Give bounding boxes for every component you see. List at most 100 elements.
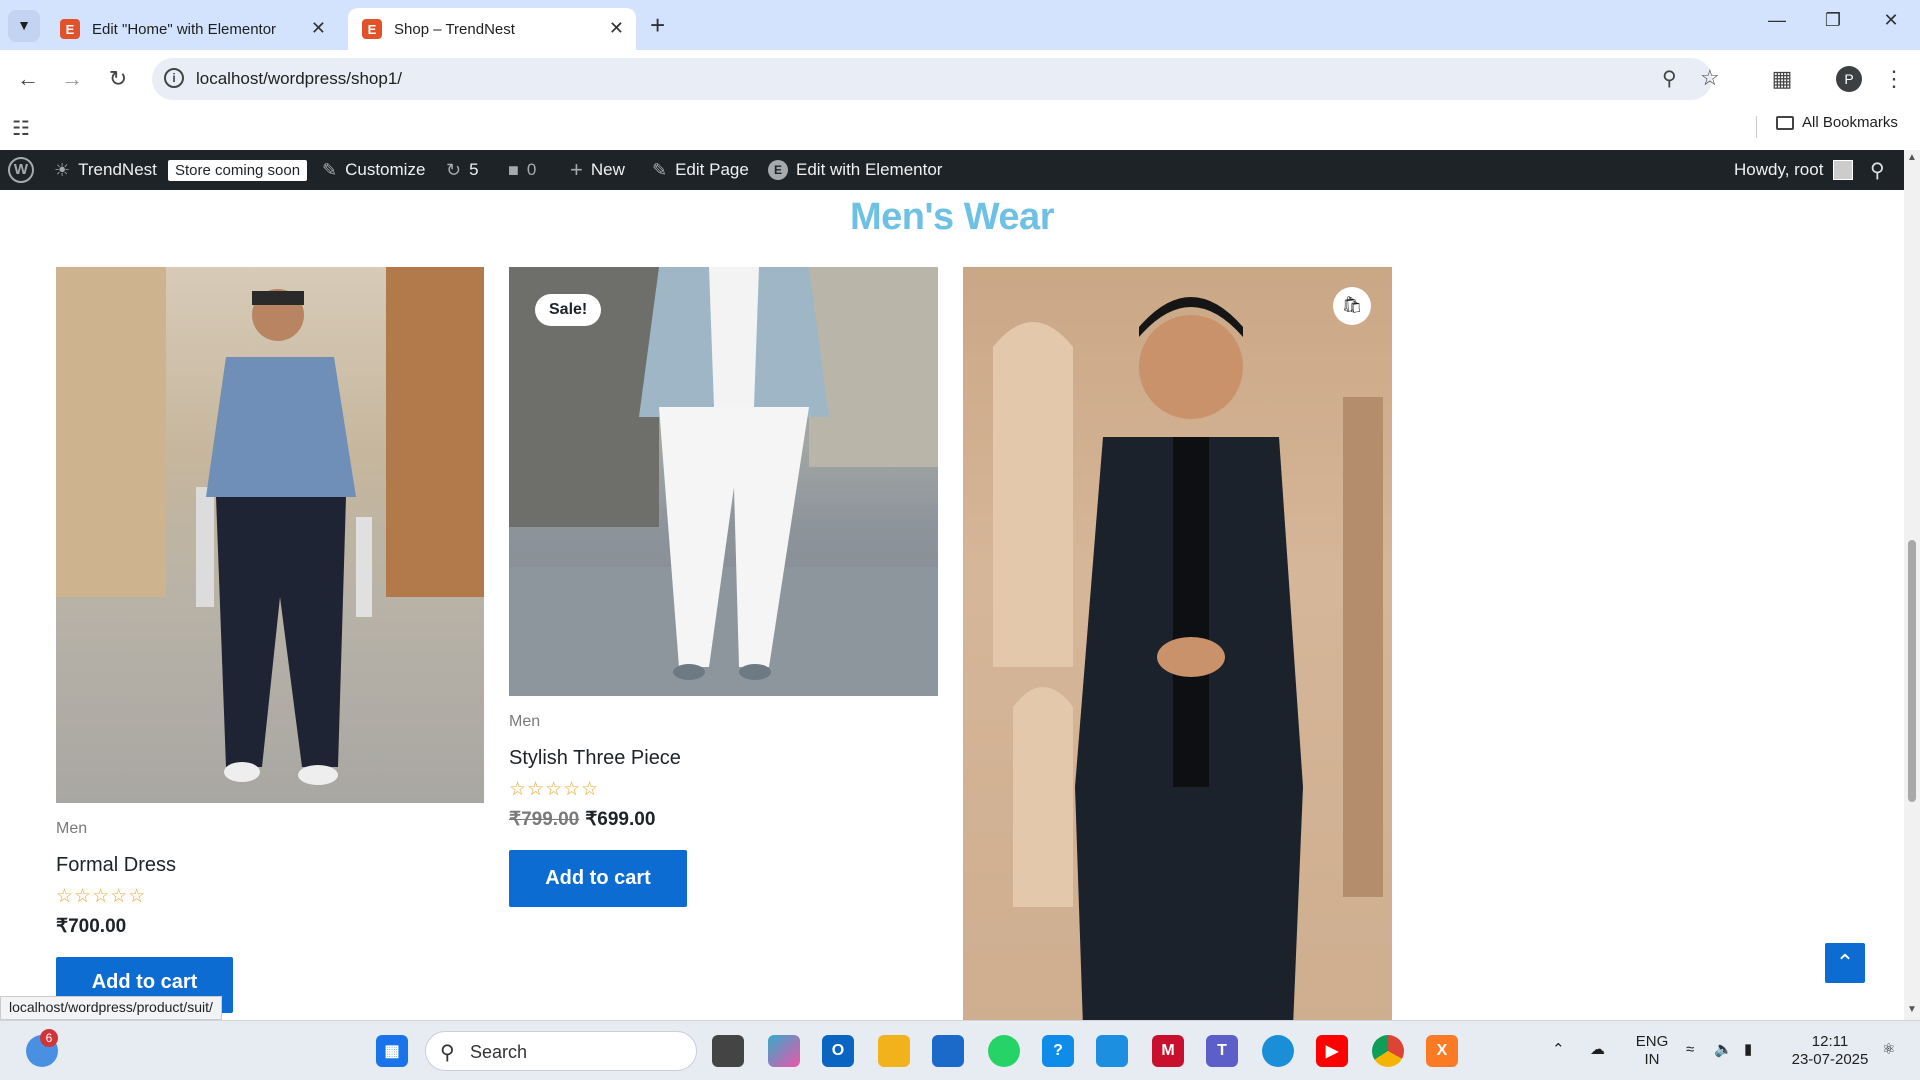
url-text: localhost/wordpress/shop1/: [196, 69, 403, 88]
product-title[interactable]: Stylish Three Piece: [509, 747, 681, 770]
dashboard-icon: ☀: [54, 159, 71, 180]
onedrive-icon[interactable]: ☁: [1590, 1041, 1605, 1059]
product-rating: ☆☆☆☆☆: [56, 886, 147, 907]
comment-icon: ■: [508, 159, 519, 180]
edge-icon[interactable]: [1262, 1035, 1294, 1067]
copilot-icon[interactable]: [768, 1035, 800, 1067]
man-in-sherwani-icon: [993, 297, 1383, 1020]
search-icon: ⚲: [440, 1042, 455, 1064]
customize-link[interactable]: ✎ Customize: [322, 150, 425, 190]
close-window-icon[interactable]: ✕: [1868, 10, 1914, 31]
product-title[interactable]: Formal Dress: [56, 854, 176, 877]
search-icon[interactable]: ⚲: [1870, 150, 1885, 190]
page-content: Men's Wear Men Formal Dress ☆☆☆☆☆ ₹700.0…: [0, 190, 1904, 1020]
youtube-icon[interactable]: ▶: [1316, 1035, 1348, 1067]
product-image-formal-dress[interactable]: [56, 267, 484, 803]
updates-link[interactable]: ↻ 5: [446, 150, 479, 190]
taskbar-search-box[interactable]: ⚲ Search: [425, 1031, 697, 1071]
bookmark-star-icon[interactable]: ☆: [1700, 65, 1720, 91]
wp-admin-bar: W ☀ TrendNest Store coming soon ✎ Custom…: [0, 150, 1920, 190]
task-view-icon[interactable]: [712, 1035, 744, 1067]
comments-link[interactable]: ■ 0: [508, 150, 536, 190]
clock[interactable]: 12:11 23-07-2025: [1780, 1033, 1880, 1069]
tab-title: Edit "Home" with Elementor: [92, 20, 277, 38]
new-tab-button[interactable]: +: [650, 10, 665, 41]
back-icon[interactable]: ←: [10, 62, 46, 98]
man-in-blue-shirt-icon: [56, 267, 484, 785]
xampp-icon[interactable]: X: [1426, 1035, 1458, 1067]
section-heading: Men's Wear: [850, 196, 1054, 238]
mylio-icon[interactable]: [1096, 1035, 1128, 1067]
browser-toolbar: ← → ↻ i localhost/wordpress/shop1/ ⚲ ☆ ▦…: [0, 50, 1920, 108]
wifi-icon[interactable]: ≈: [1686, 1041, 1694, 1059]
all-bookmarks-button[interactable]: All Bookmarks: [1776, 114, 1898, 131]
site-info-icon[interactable]: i: [164, 68, 184, 88]
scroll-to-top-button[interactable]: ⌃: [1825, 943, 1865, 983]
edit-with-elementor-link[interactable]: E Edit with Elementor: [768, 150, 942, 190]
new-content-link[interactable]: + New: [570, 150, 625, 190]
search-placeholder: Search: [470, 1042, 528, 1062]
product-image-stylish-three-piece[interactable]: Sale!: [509, 267, 938, 696]
notification-count-badge: 6: [40, 1029, 58, 1047]
pencil-icon: ✎: [652, 159, 668, 180]
tab-edit-home[interactable]: E Edit "Home" with Elementor ✕: [46, 8, 338, 50]
folder-icon: [1776, 115, 1794, 130]
whatsapp-icon[interactable]: [988, 1035, 1020, 1067]
man-in-light-suit-icon: [509, 267, 938, 696]
product-category[interactable]: Men: [509, 713, 540, 731]
show-hidden-icons-icon[interactable]: ⌃: [1552, 1041, 1565, 1059]
help-icon[interactable]: ?: [1042, 1035, 1074, 1067]
tab-shop[interactable]: E Shop – TrendNest ✕: [348, 8, 636, 50]
bookmarks-divider: [1756, 116, 1757, 138]
elementor-favicon-icon: E: [362, 19, 382, 39]
notifications-bell-icon[interactable]: ⚛: [1882, 1041, 1895, 1059]
sale-badge: Sale!: [535, 294, 602, 326]
sale-price: ₹699.00: [585, 809, 656, 830]
product-price: ₹799.00 ₹699.00: [509, 808, 655, 831]
tab-search-button[interactable]: ▼: [8, 10, 40, 42]
brush-icon: ✎: [322, 159, 338, 180]
quick-view-bag-icon[interactable]: 🛍: [1333, 287, 1371, 325]
volume-icon[interactable]: 🔈: [1714, 1041, 1733, 1059]
windows-taskbar: 6 ▦ ⚲ Search O ? M T ▶ X ⌃ ☁ ENG IN ≈ 🔈 …: [0, 1020, 1920, 1080]
page-scrollbar[interactable]: ▲ ▼: [1904, 150, 1920, 1020]
scroll-down-arrow-icon[interactable]: ▼: [1907, 1004, 1917, 1015]
site-name-link[interactable]: ☀ TrendNest: [54, 150, 157, 190]
product-image-suit[interactable]: 🛍: [963, 267, 1392, 1020]
reload-icon[interactable]: ↻: [100, 62, 136, 98]
extensions-icon[interactable]: ▦: [1764, 62, 1800, 98]
start-windows-icon[interactable]: ▦: [376, 1035, 408, 1067]
minimize-icon[interactable]: —: [1754, 10, 1800, 31]
location-icon[interactable]: ⚲: [1662, 66, 1677, 91]
browser-tab-strip: ▼ E Edit "Home" with Elementor ✕ E Shop …: [0, 0, 1920, 50]
chrome-icon[interactable]: [1372, 1035, 1404, 1067]
close-tab-icon[interactable]: ✕: [609, 18, 624, 39]
user-avatar: [1833, 160, 1854, 180]
my-account-link[interactable]: Howdy, root: [1734, 150, 1854, 190]
battery-icon[interactable]: ▮: [1744, 1041, 1752, 1059]
bookmarks-bar: ☷ All Bookmarks: [0, 108, 1920, 150]
forward-icon[interactable]: →: [54, 62, 90, 98]
teams-icon[interactable]: T: [1206, 1035, 1238, 1067]
close-tab-icon[interactable]: ✕: [311, 18, 326, 39]
menu-icon[interactable]: ⋮: [1876, 62, 1912, 98]
link-status-bar: localhost/wordpress/product/suit/: [0, 996, 222, 1020]
store-coming-soon-badge[interactable]: Store coming soon: [168, 150, 308, 190]
site-name: TrendNest: [78, 160, 157, 179]
mcafee-icon[interactable]: M: [1152, 1035, 1184, 1067]
microsoft-store-icon[interactable]: [932, 1035, 964, 1067]
all-bookmarks-label: All Bookmarks: [1802, 114, 1898, 131]
edit-page-link[interactable]: ✎ Edit Page: [652, 150, 749, 190]
add-to-cart-button[interactable]: Add to cart: [509, 850, 687, 907]
restore-icon[interactable]: ❐: [1810, 10, 1856, 31]
profile-avatar[interactable]: P: [1836, 66, 1862, 92]
wordpress-logo-icon[interactable]: W: [8, 150, 34, 190]
product-category[interactable]: Men: [56, 820, 87, 838]
file-explorer-icon[interactable]: [878, 1035, 910, 1067]
language-indicator[interactable]: ENG IN: [1632, 1033, 1672, 1069]
apps-grid-icon[interactable]: ☷: [12, 116, 30, 141]
scroll-up-arrow-icon[interactable]: ▲: [1907, 152, 1917, 163]
outlook-icon[interactable]: O: [822, 1035, 854, 1067]
address-bar[interactable]: i localhost/wordpress/shop1/ ⚲ ☆: [152, 58, 1720, 100]
scrollbar-thumb[interactable]: [1908, 540, 1916, 802]
